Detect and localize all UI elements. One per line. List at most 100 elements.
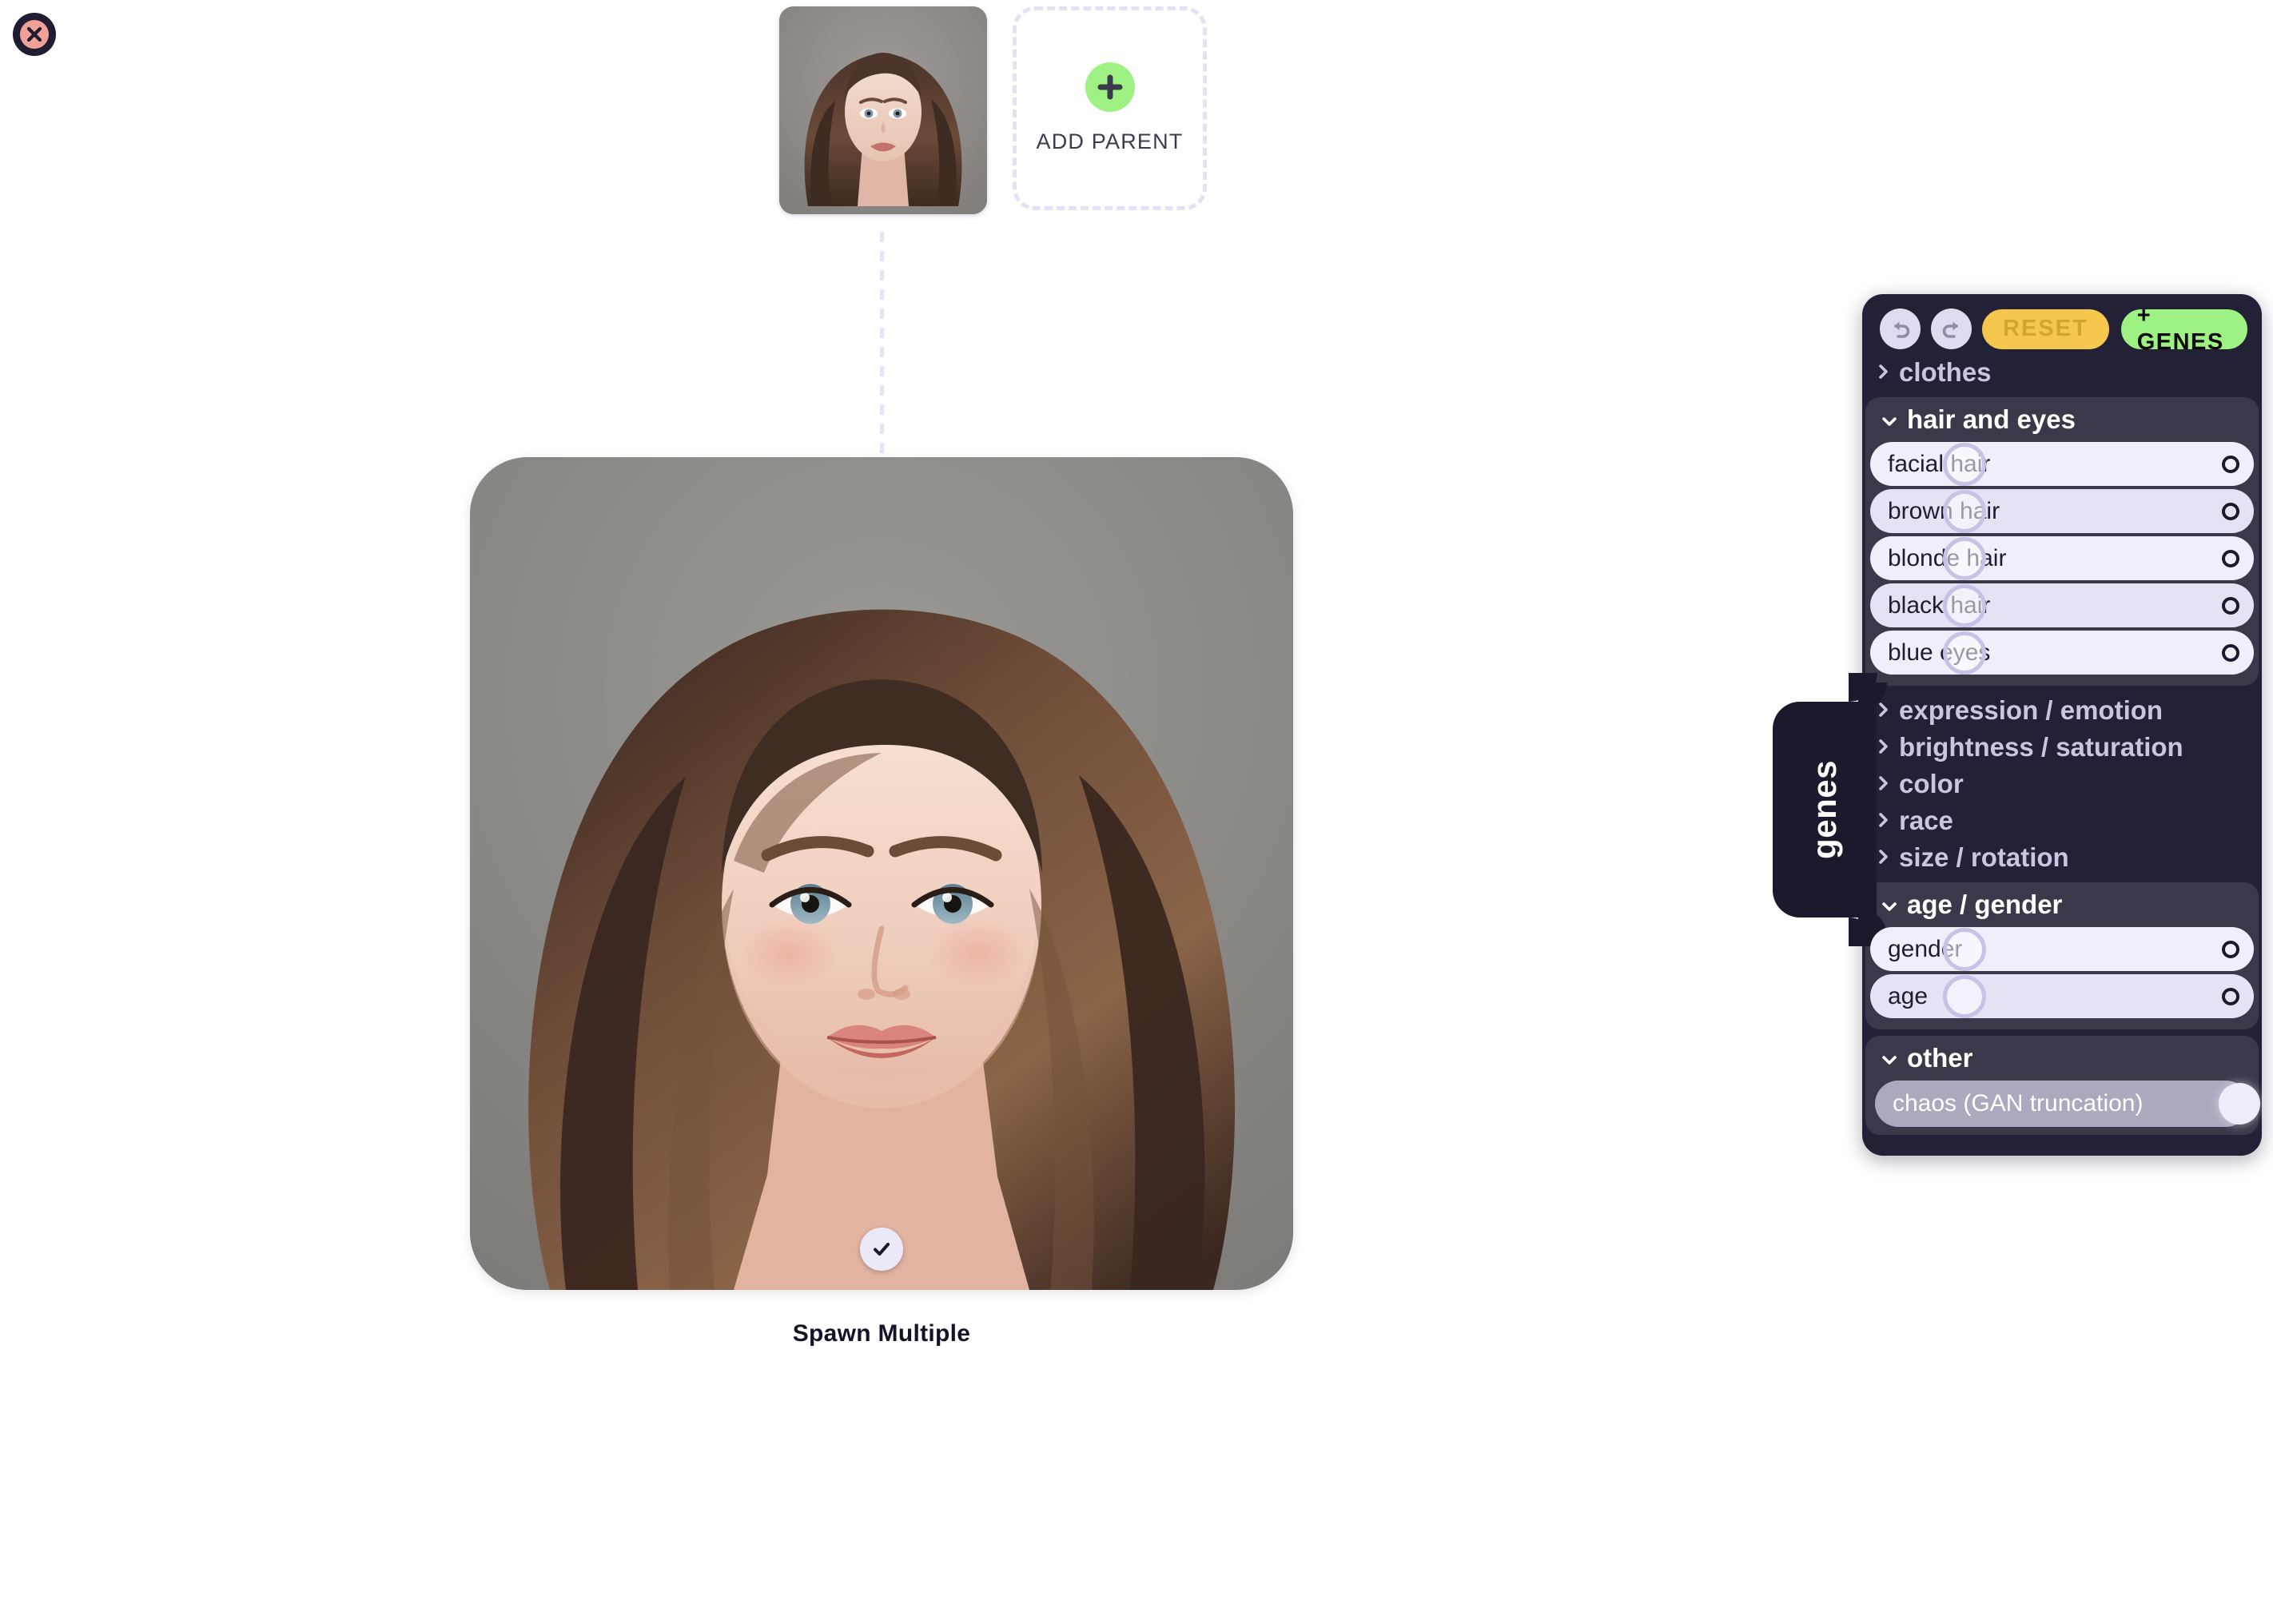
close-icon — [26, 26, 42, 42]
chevron-right-icon — [1877, 769, 1891, 799]
gene-slider-row[interactable]: blonde hair — [1870, 536, 2254, 580]
gene-label: chaos (GAN truncation) — [1893, 1090, 2144, 1116]
gene-slider-handle[interactable] — [1942, 974, 1986, 1018]
gene-section-label: size / rotation — [1899, 842, 2069, 872]
gene-section-header-clothes[interactable]: clothes — [1862, 354, 2262, 391]
gene-slider-row[interactable]: gender — [1870, 927, 2254, 971]
chevron-down-icon — [1882, 1056, 1897, 1065]
chevron-down-icon — [1882, 417, 1897, 426]
gene-slider-row[interactable]: age — [1870, 974, 2254, 1018]
chevron-right-icon — [1877, 695, 1891, 726]
chevron-right-icon — [1877, 806, 1891, 836]
gene-section-label: age / gender — [1907, 890, 2063, 919]
gene-section-header-color[interactable]: color — [1862, 766, 2262, 802]
add-parent-button[interactable]: ADD PARENT — [1013, 6, 1207, 210]
gene-slider-row[interactable]: facial hair — [1870, 442, 2254, 486]
gene-rows: gender age — [1865, 927, 2259, 1018]
chevron-right-icon — [1879, 703, 1888, 717]
gene-sections: clothes hair and eyes facial hairbrown hai… — [1862, 354, 2262, 1135]
gene-section-race: race — [1862, 802, 2262, 839]
genes-panel: genes RESET + GENES clothes hair and eyes… — [1773, 294, 2262, 1156]
gene-slider-handle[interactable] — [1942, 536, 1986, 580]
gene-section-label: brightness / saturation — [1899, 732, 2183, 762]
gene-reset-dot[interactable] — [2222, 643, 2239, 662]
genes-tab[interactable]: genes — [1773, 673, 1877, 946]
gene-slider-handle[interactable] — [1942, 489, 1986, 533]
child-portrait-image — [470, 457, 1293, 1290]
gene-slider-handle[interactable] — [1942, 927, 1986, 971]
gene-section-color: color — [1862, 766, 2262, 802]
gene-slider-handle[interactable] — [1942, 631, 1986, 675]
gene-rows: chaos (GAN truncation) — [1865, 1081, 2261, 1127]
parent-thumbnail[interactable] — [779, 6, 987, 214]
redo-button[interactable] — [1931, 308, 1972, 349]
gene-reset-dot[interactable] — [2222, 502, 2239, 520]
child-node: Spawn Multiple — [470, 457, 1293, 1347]
chevron-right-icon — [1877, 357, 1891, 388]
parents-row: ADD PARENT — [779, 6, 1207, 214]
undo-button[interactable] — [1880, 308, 1921, 349]
chevron-right-icon — [1877, 732, 1891, 762]
gene-section-label: race — [1899, 806, 1953, 835]
parent-portrait-image — [779, 6, 987, 214]
chevron-down-icon — [1880, 890, 1899, 920]
gene-section-header-size-rotation[interactable]: size / rotation — [1862, 839, 2262, 876]
gene-section-label: hair and eyes — [1907, 404, 2076, 434]
gene-section-age-gender: age / gender gender age — [1865, 882, 2259, 1029]
gene-slider-row[interactable]: black hair — [1870, 583, 2254, 627]
gene-slider-handle[interactable] — [1942, 583, 1986, 627]
chevron-right-icon — [1879, 739, 1888, 754]
gene-section-header-brightness-saturation[interactable]: brightness / saturation — [1862, 729, 2262, 766]
chevron-down-icon — [1880, 404, 1899, 435]
chevron-right-icon — [1879, 850, 1888, 864]
gene-section-header-other[interactable]: other — [1865, 1036, 2259, 1081]
gene-label: age — [1888, 982, 1929, 1009]
gene-section-header-expression-emotion[interactable]: expression / emotion — [1862, 692, 2262, 729]
gene-reset-dot[interactable] — [2222, 455, 2239, 473]
parent-child-connector — [880, 232, 884, 460]
gene-reset-dot[interactable] — [2222, 596, 2239, 615]
chevron-right-icon — [1877, 842, 1891, 873]
gene-section-header-age-gender[interactable]: age / gender — [1865, 882, 2259, 927]
gene-section-expression-emotion: expression / emotion — [1862, 692, 2262, 729]
add-parent-plus-circle — [1085, 62, 1135, 112]
redo-icon — [1942, 321, 1958, 338]
reset-button[interactable]: RESET — [1982, 308, 2109, 349]
chevron-right-icon — [1879, 813, 1888, 827]
gene-slider-row[interactable]: blue eyes — [1870, 631, 2254, 675]
undo-icon — [1893, 321, 1909, 338]
add-genes-button[interactable]: + GENES — [2120, 303, 2247, 355]
genes-tab-label: genes — [1805, 760, 1843, 859]
gene-section-clothes: clothes — [1862, 354, 2262, 391]
gene-slider-row[interactable]: brown hair — [1870, 489, 2254, 533]
child-portrait-card[interactable] — [470, 457, 1293, 1290]
plus-icon — [1097, 74, 1122, 100]
gene-slider-handle[interactable] — [2219, 1083, 2261, 1124]
select-child-button[interactable] — [860, 1228, 903, 1271]
gene-section-header-hair-and-eyes[interactable]: hair and eyes — [1865, 397, 2259, 442]
gene-section-label: other — [1907, 1043, 1973, 1073]
gene-section-label: expression / emotion — [1899, 695, 2164, 725]
gene-section-label: clothes — [1899, 357, 1992, 387]
check-icon — [874, 1243, 890, 1256]
gene-reset-dot[interactable] — [2222, 549, 2239, 567]
gene-section-header-race[interactable]: race — [1862, 802, 2262, 839]
gene-reset-dot[interactable] — [2222, 987, 2239, 1005]
add-parent-label: ADD PARENT — [1036, 129, 1184, 153]
gene-slider-handle[interactable] — [1942, 442, 1986, 486]
close-button-inner — [20, 20, 49, 49]
chevron-right-icon — [1879, 364, 1888, 379]
gene-section-label: color — [1899, 769, 1964, 798]
close-button[interactable] — [13, 13, 56, 56]
genes-toolbar: RESET + GENES — [1862, 294, 2262, 355]
chevron-down-icon — [1882, 902, 1897, 911]
gene-section-size-rotation: size / rotation — [1862, 839, 2262, 876]
gene-reset-dot[interactable] — [2222, 940, 2239, 958]
chevron-down-icon — [1880, 1043, 1899, 1073]
gene-section-other: other chaos (GAN truncation) — [1865, 1036, 2261, 1135]
gene-section-hair-and-eyes: hair and eyes facial hairbrown hairblonde… — [1865, 397, 2259, 686]
spawn-multiple-button[interactable]: Spawn Multiple — [470, 1320, 1293, 1347]
gene-rows: facial hairbrown hairblonde hairblack ha… — [1865, 442, 2259, 675]
chevron-right-icon — [1879, 776, 1888, 790]
gene-slider-chaos[interactable]: chaos (GAN truncation) — [1875, 1081, 2261, 1127]
